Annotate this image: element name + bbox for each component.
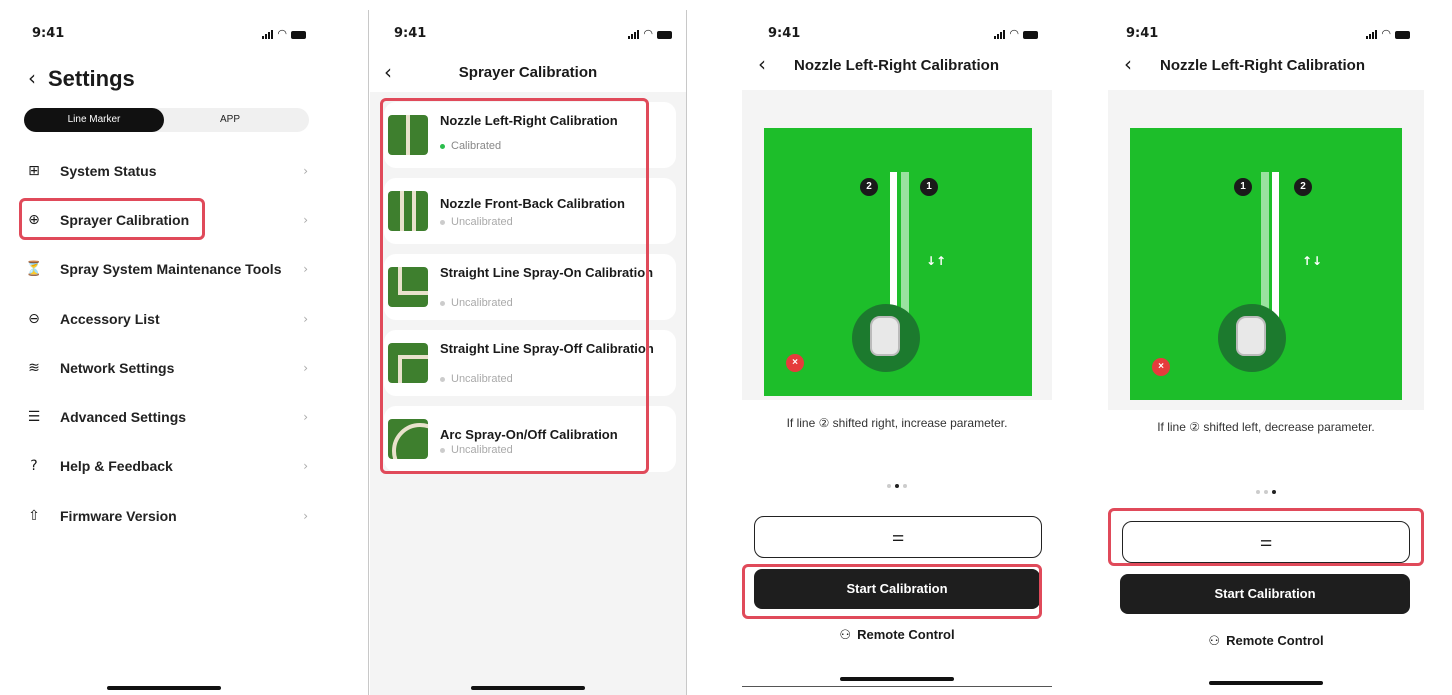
nozzle-calibration-screen-right: 9:41 ◠ ‹ Nozzle Left-Right Calibration 2… (742, 0, 1052, 695)
parameter-settings-button[interactable]: ⚌ (754, 516, 1042, 558)
status-time: 9:41 (394, 26, 427, 41)
chevron-right-icon: › (303, 262, 308, 276)
battery-icon (657, 31, 672, 39)
page-title: Sprayer Calibration (458, 64, 598, 81)
wifi-icon: ◠ (1381, 27, 1391, 40)
chevron-right-icon: › (303, 361, 308, 375)
highlight-box (1108, 508, 1424, 566)
signal-icon (1366, 29, 1378, 39)
status-time: 9:41 (32, 26, 65, 41)
calibration-illustration: 2 1 ↓↑ × (764, 128, 1032, 396)
chevron-right-icon: › (303, 312, 308, 326)
remote-control-link[interactable]: ⚇ Remote Control (1108, 633, 1424, 649)
menu-item-label: Help & Feedback (60, 458, 173, 474)
robot-icon (1236, 316, 1266, 356)
line-badge-right: 2 (1294, 178, 1312, 196)
status-bar: 9:41 ◠ (370, 22, 686, 42)
accessory-icon: ⊖ (28, 311, 40, 327)
chevron-right-icon: › (303, 164, 308, 178)
menu-item-label: System Status (60, 163, 157, 179)
menu-item-label: Accessory List (60, 311, 160, 327)
robot-icon (870, 316, 900, 356)
nozzle-icon: ⏳ (25, 261, 43, 277)
chevron-right-icon: › (303, 410, 308, 424)
segment-control: Line Marker APP (24, 108, 309, 132)
status-bar: 9:41 ◠ (1108, 22, 1424, 42)
highlight-box (19, 198, 205, 240)
home-indicator (1209, 681, 1323, 685)
highlight-box (380, 98, 649, 474)
chevron-right-icon: › (303, 213, 308, 227)
error-mark-icon: × (1152, 358, 1170, 376)
wifi-icon: ≋ (28, 360, 40, 376)
menu-item-advanced-settings[interactable]: ☰ Advanced Settings › (20, 396, 308, 438)
menu-item-spray-maintenance[interactable]: ⏳ Spray System Maintenance Tools › (20, 248, 308, 290)
menu-item-network-settings[interactable]: ≋ Network Settings › (20, 347, 308, 389)
wifi-icon: ◠ (643, 27, 653, 40)
menu-item-firmware-version[interactable]: ⇧ Firmware Version › (20, 495, 308, 537)
menu-item-label: Advanced Settings (60, 409, 187, 425)
nav-bar: ‹ Sprayer Calibration (370, 52, 686, 92)
gamepad-icon: ⚇ (1208, 634, 1221, 649)
line-badge-left: 2 (860, 178, 878, 196)
upload-icon: ⇧ (28, 508, 40, 524)
adjust-arrows-icon: ↑↓ (1302, 254, 1323, 268)
menu-item-label: Network Settings (60, 360, 175, 376)
signal-icon (262, 29, 274, 39)
menu-item-system-status[interactable]: ⊞ System Status › (20, 150, 308, 192)
settings-screen: 9:41 ◠ ‹ Settings Line Marker APP ⊞ Syst… (8, 0, 320, 695)
signal-icon (628, 29, 640, 39)
menu-item-help-feedback[interactable]: ? Help & Feedback › (20, 445, 308, 487)
page-title: Settings (48, 66, 135, 91)
back-chevron-icon[interactable]: ‹ (758, 52, 766, 76)
menu-item-label: Firmware Version (60, 508, 177, 524)
calibration-illustration: 1 2 ↑↓ × (1130, 128, 1402, 400)
start-calibration-button[interactable]: Start Calibration (1120, 574, 1410, 614)
status-bar: 9:41 ◠ (8, 22, 320, 42)
wifi-icon: ◠ (277, 27, 287, 40)
gamepad-icon: ⚇ (839, 628, 852, 643)
menu-item-accessory-list[interactable]: ⊖ Accessory List › (20, 298, 308, 340)
status-bar: 9:41 ◠ (742, 22, 1052, 42)
home-indicator (107, 686, 221, 690)
instruction-text: If line ② shifted right, increase parame… (786, 416, 1008, 430)
page-title: Nozzle Left-Right Calibration (794, 57, 999, 74)
status-time: 9:41 (1126, 26, 1159, 41)
chevron-right-icon: › (303, 459, 308, 473)
instruction-text: If line ② shifted left, decrease paramet… (1157, 420, 1375, 434)
sliders-icon: ☰ (27, 409, 41, 425)
help-icon: ? (30, 458, 38, 474)
battery-icon (1023, 31, 1038, 39)
grid-icon: ⊞ (28, 163, 40, 179)
nozzle-calibration-screen-left: 9:41 ◠ ‹ Nozzle Left-Right Calibration 1… (1108, 0, 1424, 695)
chevron-right-icon: › (303, 509, 308, 523)
status-time: 9:41 (768, 26, 801, 41)
highlight-box (742, 564, 1042, 619)
battery-icon (291, 31, 306, 39)
page-dots (1108, 481, 1424, 499)
line-badge-left: 1 (1234, 178, 1252, 196)
menu-item-label: Spray System Maintenance Tools (60, 261, 282, 277)
segment-app[interactable]: APP (220, 108, 240, 132)
page-title: Nozzle Left-Right Calibration (1160, 57, 1365, 74)
back-chevron-icon[interactable]: ‹ (1124, 52, 1132, 76)
battery-icon (1395, 31, 1410, 39)
remote-control-link[interactable]: ⚇ Remote Control (742, 627, 1052, 643)
sprayer-calibration-screen: 9:41 ◠ ‹ Sprayer Calibration Nozzle Left… (370, 0, 686, 695)
wifi-icon: ◠ (1009, 27, 1019, 40)
error-mark-icon: × (786, 354, 804, 372)
home-indicator (471, 686, 585, 690)
home-indicator (840, 677, 954, 681)
back-chevron-icon[interactable]: ‹ (28, 68, 36, 88)
page-dots (742, 475, 1052, 493)
segment-line-marker[interactable]: Line Marker (24, 108, 164, 132)
adjust-arrows-icon: ↓↑ (926, 254, 947, 268)
signal-icon (994, 29, 1006, 39)
line-badge-right: 1 (920, 178, 938, 196)
